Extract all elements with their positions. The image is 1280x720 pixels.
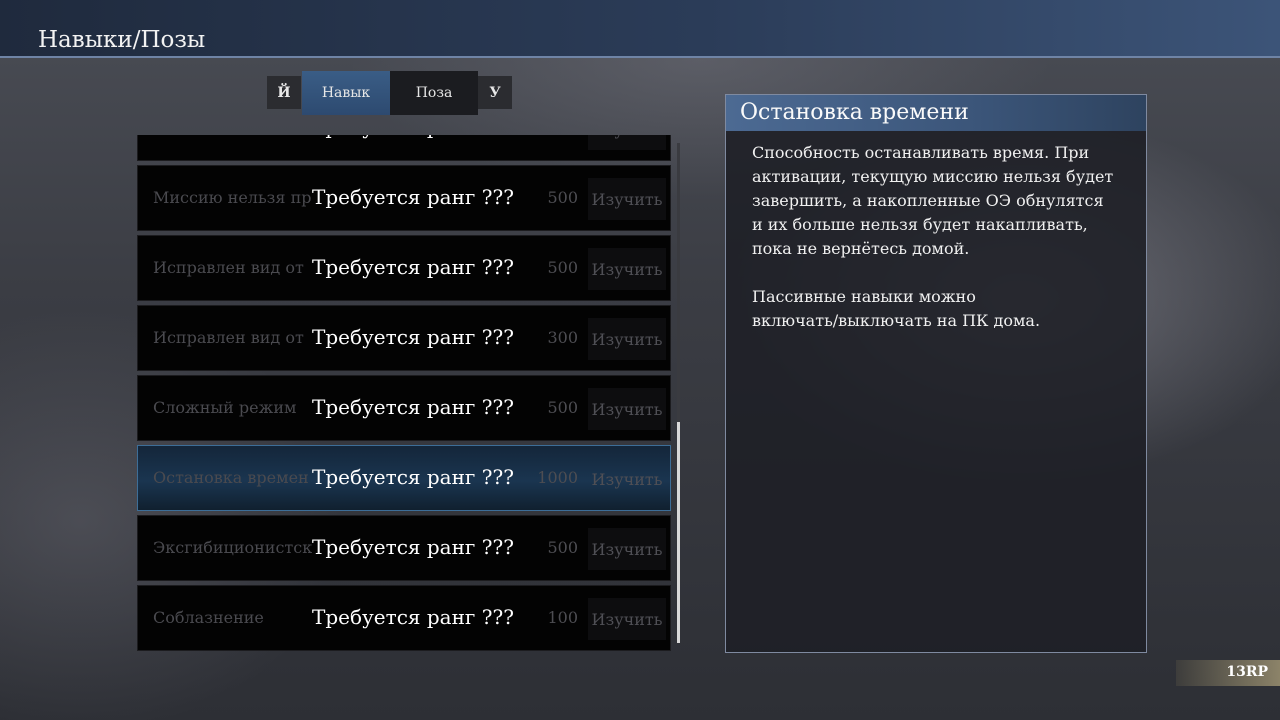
learn-button[interactable]: Изучить [588, 528, 666, 570]
rank-points-badge: 13RP [1176, 660, 1280, 686]
learn-button[interactable]: Изучить [588, 178, 666, 220]
skill-row[interactable]: Соблазнение Требуется ранг ??? 100 Изучи… [137, 585, 671, 651]
skill-row[interactable]: Исправлен вид от Требуется ранг ??? 500 … [137, 235, 671, 301]
skill-name: Исправлен вид от [153, 258, 304, 277]
learn-button[interactable]: Изучить [588, 135, 666, 150]
rank-points-value: 13RP [1226, 664, 1268, 680]
skill-cost: 100 [547, 608, 578, 627]
tab-next-key[interactable]: У [478, 76, 512, 109]
rank-required-label: Требуется ранг ??? [312, 395, 514, 419]
rank-required-label: Требуется ранг ??? [312, 325, 514, 349]
skill-cost: 500 [547, 398, 578, 417]
skill-list: Требуется ранг ??? Изучить Миссию нельзя… [137, 135, 671, 652]
tab-pose[interactable]: Поза [390, 71, 478, 115]
detail-header: Остановка времени [726, 95, 1146, 131]
learn-button[interactable]: Изучить [588, 458, 666, 500]
skill-row[interactable]: Миссию нельзя пр Требуется ранг ??? 500 … [137, 165, 671, 231]
skill-cost: 1000 [537, 468, 578, 487]
rank-required-label: Требуется ранг ??? [312, 135, 514, 139]
detail-title: Остановка времени [740, 100, 969, 125]
skill-row-selected[interactable]: Остановка времен Требуется ранг ??? 1000… [137, 445, 671, 511]
tab-prev-key[interactable]: Й [267, 76, 301, 109]
rank-required-label: Требуется ранг ??? [312, 255, 514, 279]
tab-skill[interactable]: Навык [302, 71, 390, 115]
top-bar: Навыки/Позы [0, 0, 1280, 58]
skill-name: Миссию нельзя пр [153, 188, 312, 207]
scrollbar-thumb[interactable] [677, 422, 680, 643]
skill-name: Исправлен вид от [153, 328, 304, 347]
skill-name: Эксгибиционистск [153, 538, 313, 557]
skill-name: Сложный режим [153, 398, 297, 417]
skill-cost: 500 [547, 188, 578, 207]
skill-cost: 300 [547, 328, 578, 347]
skill-name: Остановка времен [153, 468, 309, 487]
skill-cost: 500 [547, 258, 578, 277]
learn-button[interactable]: Изучить [588, 318, 666, 360]
rank-required-label: Требуется ранг ??? [312, 465, 514, 489]
skill-detail-panel: Остановка времени Способность останавлив… [725, 94, 1147, 653]
skill-row[interactable]: Требуется ранг ??? Изучить [137, 135, 671, 161]
tab-bar: Й Навык Поза У [267, 71, 513, 115]
rank-required-label: Требуется ранг ??? [312, 535, 514, 559]
skill-name: Соблазнение [153, 608, 264, 627]
rank-required-label: Требуется ранг ??? [312, 185, 514, 209]
skill-row[interactable]: Сложный режим Требуется ранг ??? 500 Изу… [137, 375, 671, 441]
skill-row[interactable]: Эксгибиционистск Требуется ранг ??? 500 … [137, 515, 671, 581]
learn-button[interactable]: Изучить [588, 598, 666, 640]
rank-required-label: Требуется ранг ??? [312, 605, 514, 629]
skill-cost: 500 [547, 538, 578, 557]
page-title: Навыки/Позы [38, 27, 206, 53]
learn-button[interactable]: Изучить [588, 388, 666, 430]
skill-row[interactable]: Исправлен вид от Требуется ранг ??? 300 … [137, 305, 671, 371]
detail-description: Способность останавливать время. При акт… [752, 143, 1114, 330]
learn-button[interactable]: Изучить [588, 248, 666, 290]
